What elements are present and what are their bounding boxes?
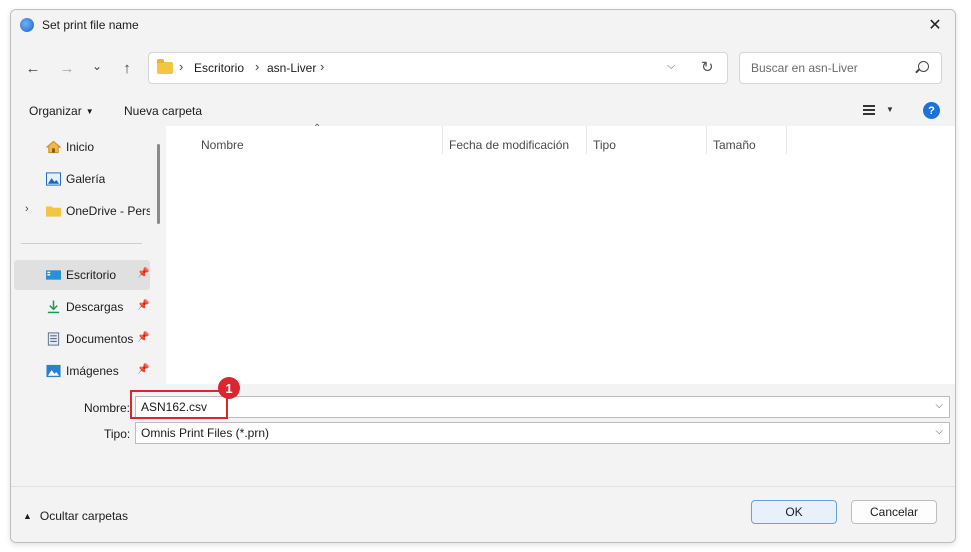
sidebar-item-galeria[interactable]: Galería [14,164,150,194]
address-dropdown-icon[interactable]: ⌵ [667,60,675,73]
sort-ascending-icon: ⌃ [313,123,322,134]
chevron-down-icon[interactable]: ⌵ [935,426,943,437]
search-input[interactable]: Buscar en asn-Liver [751,61,858,75]
expand-chevron-icon[interactable]: › [25,203,29,215]
caret-down-icon: ▼ [85,107,94,116]
organize-label: Organizar [29,104,82,118]
document-icon [47,332,60,346]
desktop-icon [46,270,61,280]
filetype-value: Omnis Print Files (*.prn) [141,426,270,440]
address-bar[interactable]: › Escritorio › asn-Liver › ⌵ ↻ [148,52,728,84]
sidebar-item-label: Galería [66,172,106,186]
app-globe-icon [20,18,34,32]
divider [21,243,142,244]
breadcrumb-escritorio[interactable]: Escritorio [194,61,244,75]
organize-menu[interactable]: Organizar ▼ [29,104,94,118]
sidebar-item-imagenes[interactable]: Imágenes 📌 [14,356,150,386]
column-header-tipo[interactable]: Tipo [593,138,616,152]
title-bar: Set print file name ✕ [11,10,955,40]
file-list[interactable]: ⌃ Nombre Fecha de modificación Tipo Tama… [166,123,955,384]
gallery-icon [46,172,61,186]
sidebar-item-label: Documentos [66,332,134,346]
cancel-button[interactable]: Cancelar [851,500,937,524]
navigation-bar: ← → ⌄ ↑ › Escritorio › asn-Liver › ⌵ ↻ B… [11,40,955,96]
pin-icon[interactable]: 📌 [137,332,149,343]
sidebar-item-onedrive[interactable]: › OneDrive - Perso [14,196,150,226]
chevron-up-icon: ▲ [23,511,32,521]
pin-icon[interactable]: 📌 [137,300,149,311]
column-divider[interactable] [442,126,443,154]
sidebar-item-label: Imágenes [66,364,119,378]
view-list-icon[interactable] [863,105,875,115]
sidebar-item-label: Escritorio [66,268,117,282]
sidebar-item-label: Inicio [66,140,95,154]
view-caret-down-icon[interactable]: ▼ [886,105,894,114]
download-icon [47,300,60,314]
column-divider[interactable] [706,126,707,154]
folder-icon [157,59,173,74]
hide-folders-button[interactable]: ▲ Ocultar carpetas [23,509,128,523]
home-icon [46,140,61,154]
dialog-footer: ▲ Ocultar carpetas OK Cancelar [11,486,955,542]
close-button[interactable]: ✕ [915,10,955,40]
back-arrow-icon[interactable]: ← [21,58,45,78]
chevron-right-icon: › [179,59,184,74]
ok-button[interactable]: OK [751,500,837,524]
annotation-badge: 1 [218,377,240,399]
column-header-tamano[interactable]: Tamaño [713,138,756,152]
folder-icon [46,206,61,217]
chevron-right-icon: › [320,59,325,74]
recent-locations-chevron-icon[interactable]: ⌄ [85,56,109,76]
help-icon[interactable]: ? [923,102,940,119]
up-arrow-icon[interactable]: ↑ [115,58,139,78]
chevron-right-icon: › [255,59,260,74]
annotation-highlight-box [130,390,228,419]
filetype-label: Tipo: [104,427,131,441]
navigation-pane: Inicio Galería › OneDrive - Perso Escrit [11,126,166,384]
save-dialog: Set print file name ✕ ← → ⌄ ↑ › Escritor… [10,9,956,543]
sidebar-item-escritorio[interactable]: Escritorio 📌 [14,260,150,290]
pictures-icon [46,364,61,378]
sidebar-item-label: OneDrive - Perso [66,204,150,218]
search-icon [918,61,929,72]
search-box[interactable]: Buscar en asn-Liver [739,52,942,84]
forward-arrow-icon[interactable]: → [55,58,79,78]
sidebar-scrollbar[interactable] [157,144,160,224]
sidebar-item-label: Descargas [66,300,124,314]
chevron-down-icon[interactable]: ⌵ [935,400,943,411]
column-header-nombre[interactable]: Nombre [201,138,244,152]
refresh-icon[interactable]: ↻ [701,58,714,76]
new-folder-button[interactable]: Nueva carpeta [124,104,202,118]
column-header-fecha[interactable]: Fecha de modificación [449,138,569,152]
window-title: Set print file name [42,18,139,32]
sidebar-item-descargas[interactable]: Descargas 📌 [14,292,150,322]
column-divider[interactable] [586,126,587,154]
sidebar-item-inicio[interactable]: Inicio [14,132,150,162]
sidebar-item-documentos[interactable]: Documentos 📌 [14,324,150,354]
filename-label: Nombre: [84,401,131,415]
column-divider[interactable] [786,126,787,154]
pin-icon[interactable]: 📌 [137,364,149,375]
hide-folders-label: Ocultar carpetas [39,509,128,523]
command-toolbar: Organizar ▼ Nueva carpeta ▼ ? [11,96,955,126]
filename-field[interactable]: ASN162.csv ⌵ [135,396,950,418]
breadcrumb-asn-liver[interactable]: asn-Liver [267,61,316,75]
pin-icon[interactable]: 📌 [137,268,149,279]
filetype-select[interactable]: Omnis Print Files (*.prn) ⌵ [135,422,950,444]
